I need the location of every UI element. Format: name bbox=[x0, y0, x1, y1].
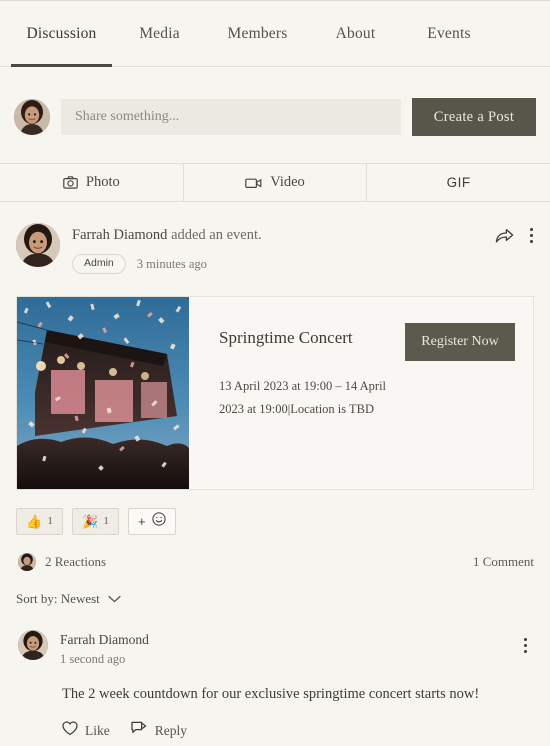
heart-icon bbox=[62, 721, 78, 740]
tab-discussion-label: Discussion bbox=[26, 24, 97, 42]
dot bbox=[530, 240, 533, 243]
tab-events-label: Events bbox=[427, 24, 471, 42]
tab-about-label: About bbox=[335, 24, 376, 42]
add-gif-label: GIF bbox=[446, 175, 471, 190]
reactions-summary-group[interactable]: 2 Reactions bbox=[18, 552, 107, 571]
post-author-line: Farrah Diamond added an event. bbox=[72, 227, 536, 244]
post-author-name[interactable]: Farrah Diamond bbox=[72, 227, 167, 243]
tab-media[interactable]: Media bbox=[112, 1, 207, 67]
reactions-count-label: 2 Reactions bbox=[45, 553, 107, 569]
post-author-avatar[interactable] bbox=[16, 223, 60, 267]
event-datetime-location: 13 April 2023 at 19:00 – 14 April 2023 a… bbox=[219, 379, 387, 417]
comment-text: The 2 week countdown for our exclusive s… bbox=[62, 686, 480, 703]
comment-action-row: Like Reply bbox=[0, 704, 550, 740]
chevron-down-icon bbox=[108, 590, 121, 608]
reaction-chip-thumbs-up[interactable]: 👍 1 bbox=[16, 507, 63, 535]
post-timestamp: 3 minutes ago bbox=[136, 256, 207, 271]
media-attachment-bar: Photo Video GIF bbox=[0, 163, 550, 202]
tab-members-label: Members bbox=[227, 24, 288, 42]
add-reaction-button[interactable]: + bbox=[128, 507, 176, 535]
post-summary-row: 2 Reactions 1 Comment bbox=[0, 535, 550, 571]
party-popper-icon: 🎉 bbox=[82, 513, 99, 529]
post-action-icons bbox=[495, 226, 536, 245]
post-composer: Share something... Create a Post bbox=[0, 88, 550, 146]
comment-item: Farrah Diamond 1 second ago bbox=[0, 608, 550, 667]
comments-count-label[interactable]: 1 Comment bbox=[473, 554, 534, 570]
post-more-options-icon[interactable] bbox=[527, 226, 536, 245]
community-tab-bar: Discussion Media Members About Events bbox=[0, 0, 550, 67]
add-photo-button[interactable]: Photo bbox=[0, 164, 184, 201]
party-popper-count: 1 bbox=[103, 515, 109, 528]
reaction-chip-party-popper[interactable]: 🎉 1 bbox=[72, 507, 119, 535]
add-video-button[interactable]: Video bbox=[184, 164, 368, 201]
tab-members[interactable]: Members bbox=[207, 1, 308, 67]
thumbs-up-icon: 👍 bbox=[26, 513, 43, 529]
plus-icon: + bbox=[138, 513, 146, 529]
tab-media-label: Media bbox=[139, 24, 180, 42]
smiley-face-icon bbox=[151, 512, 166, 531]
create-post-button[interactable]: Create a Post bbox=[412, 98, 536, 136]
comment-reply-button[interactable]: Reply bbox=[131, 721, 187, 740]
dot bbox=[524, 637, 527, 641]
discussion-feed-page: Discussion Media Members About Events Sh… bbox=[0, 0, 550, 746]
share-arrow-icon[interactable] bbox=[495, 228, 514, 244]
post-header: Farrah Diamond added an event. Admin 3 m… bbox=[0, 202, 550, 274]
comment-like-button[interactable]: Like bbox=[62, 721, 110, 740]
comment-reply-label: Reply bbox=[154, 722, 187, 738]
thumbs-up-count: 1 bbox=[47, 515, 53, 528]
event-image bbox=[17, 296, 189, 489]
comment-more-options-icon[interactable] bbox=[521, 636, 530, 655]
dot bbox=[530, 234, 533, 237]
add-video-label: Video bbox=[270, 174, 305, 190]
event-info: Springtime Concert 13 April 2023 at 19:0… bbox=[219, 325, 399, 489]
comment-author-avatar[interactable] bbox=[18, 629, 48, 660]
add-photo-label: Photo bbox=[85, 174, 120, 190]
register-now-button[interactable]: Register Now bbox=[405, 322, 515, 361]
share-input-placeholder: Share something... bbox=[75, 109, 180, 124]
dot bbox=[524, 649, 527, 653]
camera-icon bbox=[63, 176, 78, 189]
comment-sort-control[interactable]: Sort by: Newest bbox=[0, 571, 550, 608]
event-card[interactable]: Springtime Concert 13 April 2023 at 19:0… bbox=[16, 295, 534, 490]
video-camera-icon bbox=[245, 177, 262, 189]
dot bbox=[524, 643, 527, 647]
comment-like-label: Like bbox=[85, 722, 110, 738]
dot bbox=[530, 228, 533, 231]
comment-timestamp: 1 second ago bbox=[60, 652, 126, 667]
tab-discussion[interactable]: Discussion bbox=[11, 1, 112, 67]
reply-icon bbox=[131, 721, 148, 740]
event-title: Springtime Concert bbox=[219, 327, 353, 347]
composer-avatar[interactable] bbox=[14, 99, 50, 135]
reaction-chip-row: 👍 1 🎉 1 + bbox=[0, 490, 550, 535]
post-meta-line: Admin 3 minutes ago bbox=[72, 254, 536, 274]
tab-about[interactable]: About bbox=[308, 1, 403, 67]
comment-sort-label: Sort by: Newest bbox=[16, 590, 100, 606]
event-body: Springtime Concert 13 April 2023 at 19:0… bbox=[189, 297, 533, 489]
post-header-text: Farrah Diamond added an event. Admin 3 m… bbox=[72, 223, 536, 274]
post-action-text: added an event. bbox=[167, 227, 262, 243]
comment-author-name[interactable]: Farrah Diamond bbox=[60, 631, 149, 649]
reaction-user-avatar bbox=[18, 552, 36, 571]
feed-post: Farrah Diamond added an event. Admin 3 m… bbox=[0, 202, 550, 741]
add-gif-button[interactable]: GIF bbox=[367, 164, 550, 201]
admin-badge: Admin bbox=[72, 254, 126, 274]
share-something-input[interactable]: Share something... bbox=[61, 99, 401, 135]
tab-events[interactable]: Events bbox=[403, 1, 495, 67]
comment-header-text: Farrah Diamond 1 second ago bbox=[60, 630, 149, 667]
